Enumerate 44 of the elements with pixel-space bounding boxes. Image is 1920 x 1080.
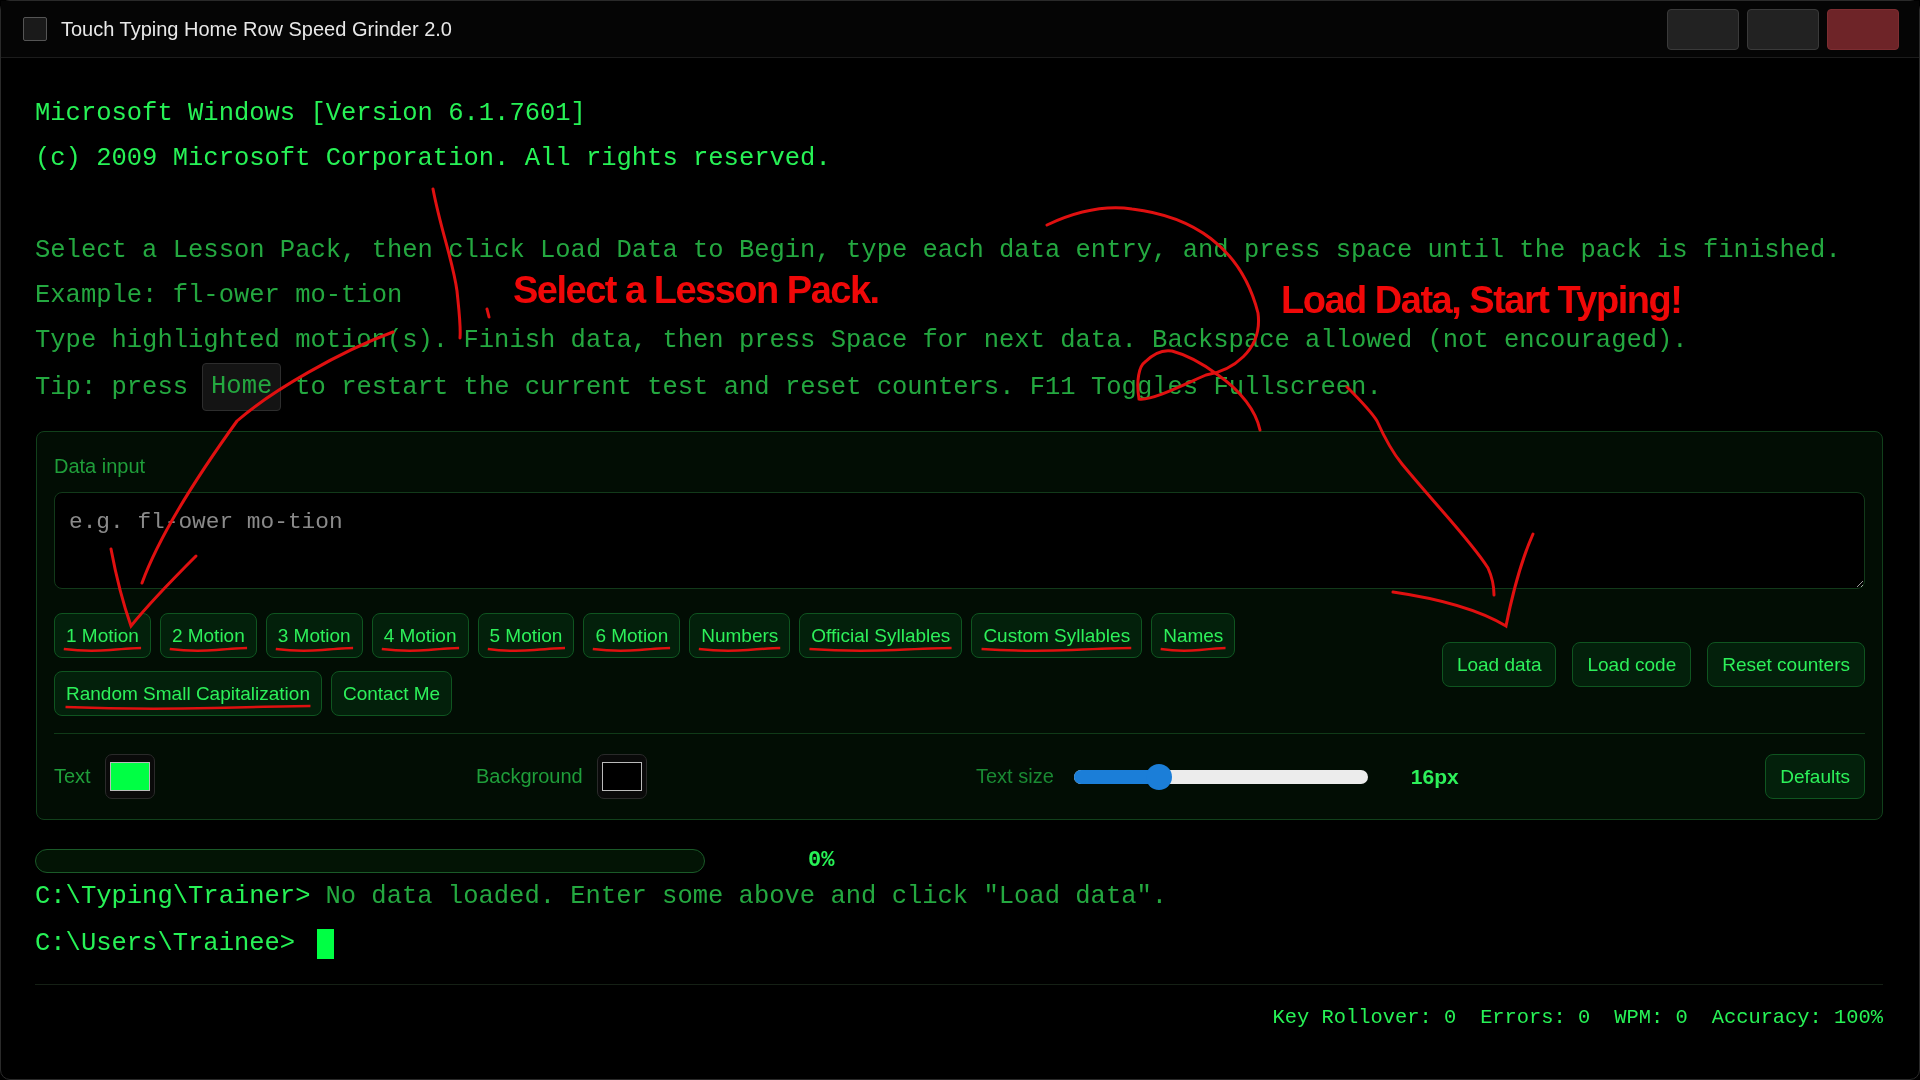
- panel-label: Data input: [54, 454, 147, 479]
- lesson-button[interactable]: Random Small Capitalization: [54, 671, 322, 716]
- lesson-button[interactable]: Official Syllables: [799, 613, 963, 658]
- annotation-text: Select a Lesson Pack.: [513, 268, 879, 313]
- home-key: Home: [202, 363, 282, 411]
- prompt-path: C:\Users\Trainee>: [35, 928, 296, 960]
- action-button[interactable]: Load data: [1441, 642, 1557, 687]
- lesson-button[interactable]: Contact Me: [330, 671, 453, 716]
- color-picker[interactable]: [104, 754, 155, 799]
- text-size-value: 16px: [1410, 764, 1459, 789]
- tip-text: Tip: press: [35, 371, 189, 404]
- lesson-button[interactable]: 3 Motion: [265, 613, 363, 658]
- console-line: (c) 2009 Microsoft Corporation. All rights reserved.: [35, 144, 831, 173]
- stat-text: Accuracy: 100%: [1711, 1006, 1883, 1030]
- lesson-button[interactable]: 1 Motion: [54, 613, 151, 658]
- lesson-button[interactable]: Names: [1151, 613, 1236, 658]
- prompt-path: C:\Typing\Trainer>: [35, 881, 311, 913]
- lesson-button[interactable]: 4 Motion: [371, 613, 469, 658]
- console-line: Microsoft Windows [Version 6.1.7601]: [35, 99, 586, 128]
- action-button[interactable]: Reset counters: [1707, 642, 1865, 687]
- slider-thumb[interactable]: [1146, 763, 1173, 790]
- instruction-line: Select a Lesson Pack, then click Load Data to Begin, type each data entry, and press space until the pack is finished.: [35, 236, 1841, 265]
- stat-text: Errors: 0: [1480, 1006, 1591, 1030]
- annotation-text: Load Data, Start Typing!: [1281, 278, 1682, 323]
- window-icon: [23, 17, 47, 41]
- progress-percent: 0%: [808, 849, 835, 873]
- color-label: Text: [54, 765, 91, 788]
- stat-text: Key Rollover: 0: [1272, 1006, 1457, 1030]
- text-size-slider[interactable]: [1073, 763, 1368, 790]
- text-cursor: [317, 928, 335, 959]
- window-title: Touch Typing Home Row Speed Grinder 2.0: [61, 17, 452, 42]
- action-button[interactable]: Load code: [1572, 642, 1692, 687]
- defaults-button[interactable]: Defaults: [1765, 754, 1865, 799]
- lesson-button[interactable]: 5 Motion: [477, 613, 575, 658]
- lesson-button[interactable]: Custom Syllables: [971, 613, 1143, 658]
- lesson-button[interactable]: 6 Motion: [583, 613, 681, 658]
- color-picker[interactable]: [596, 754, 647, 799]
- instruction-line: Example: fl-ower mo-tion: [35, 281, 403, 310]
- text-size-label: Text size: [976, 765, 1054, 788]
- stat-text: WPM: 0: [1614, 1006, 1688, 1030]
- color-label: Background: [476, 765, 583, 788]
- lesson-button[interactable]: Numbers: [689, 613, 791, 658]
- lesson-button[interactable]: 2 Motion: [159, 613, 257, 658]
- prompt-message: No data loaded. Enter some above and click "Load data".: [325, 881, 1168, 913]
